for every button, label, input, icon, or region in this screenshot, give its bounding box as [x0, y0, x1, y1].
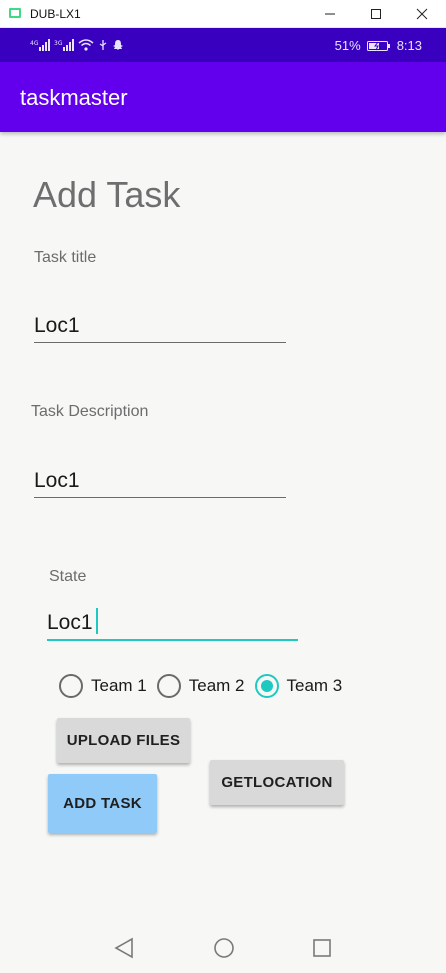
- wifi-icon: [78, 39, 94, 51]
- svg-text:3G: 3G: [54, 40, 63, 47]
- window-titlebar: DUB-LX1: [0, 0, 446, 28]
- android-nav-bar: [0, 923, 446, 973]
- radio-button-checked[interactable]: [254, 674, 279, 698]
- task-description-underline: [34, 497, 286, 498]
- close-icon: [416, 8, 428, 20]
- phone-screen: 4G 3G 51% 8:13 taskmaster Add Task Task …: [0, 28, 446, 973]
- signal-3g-icon: 3G: [54, 39, 74, 51]
- snapchat-icon: [113, 40, 123, 50]
- maximize-button[interactable]: [353, 0, 399, 28]
- status-right: 51% 8:13: [335, 38, 422, 53]
- radio-button-unchecked[interactable]: [59, 674, 83, 698]
- upload-files-button[interactable]: UPLOAD FILES: [57, 718, 190, 763]
- radio-button-unchecked[interactable]: [156, 674, 181, 698]
- battery-percent: 51%: [334, 38, 361, 53]
- team-radio-group: Team 1 Team 2 Team 3: [59, 674, 352, 698]
- text-cursor: [96, 608, 98, 634]
- state-label: State: [49, 568, 87, 585]
- task-description-input[interactable]: [34, 466, 284, 496]
- task-title-label: Task title: [34, 249, 97, 266]
- recents-square-icon[interactable]: [306, 932, 338, 964]
- page-title: Add Task: [33, 174, 181, 215]
- radio-team-2[interactable]: Team 2: [156, 674, 245, 698]
- status-icons: 4G 3G: [30, 38, 124, 52]
- app-title: taskmaster: [20, 85, 128, 110]
- window-title: DUB-LX1: [30, 7, 81, 21]
- svg-text:4G: 4G: [30, 40, 39, 47]
- app-bar: taskmaster: [0, 62, 446, 132]
- maximize-icon: [371, 9, 381, 19]
- battery-charging-icon: [366, 40, 390, 51]
- radio-team-3-label: Team 3: [286, 676, 343, 695]
- usb-icon: [99, 40, 107, 50]
- radio-team-2-label: Team 2: [188, 676, 245, 695]
- state-underline: [47, 639, 298, 641]
- close-button[interactable]: [399, 0, 445, 28]
- radio-team-3[interactable]: Team 3: [254, 674, 343, 698]
- get-location-button[interactable]: GETLOCATION: [210, 760, 344, 805]
- status-time: 8:13: [396, 38, 422, 53]
- radio-team-1[interactable]: Team 1: [59, 674, 147, 698]
- task-title-underline: [34, 342, 286, 343]
- status-bar: 4G 3G 51% 8:13: [0, 28, 446, 62]
- radio-team-1-label: Team 1: [91, 676, 147, 695]
- add-task-button[interactable]: ADD TASK: [48, 774, 157, 833]
- signal-4g-icon: 4G: [30, 39, 50, 51]
- minimize-button[interactable]: [307, 0, 353, 28]
- task-description-label: Task Description: [31, 403, 149, 420]
- task-title-input[interactable]: [34, 311, 284, 341]
- state-input[interactable]: [47, 608, 107, 638]
- back-triangle-icon[interactable]: [108, 932, 140, 964]
- android-device-icon: [9, 8, 21, 18]
- minimize-icon: [325, 13, 335, 15]
- home-circle-icon[interactable]: [208, 932, 240, 964]
